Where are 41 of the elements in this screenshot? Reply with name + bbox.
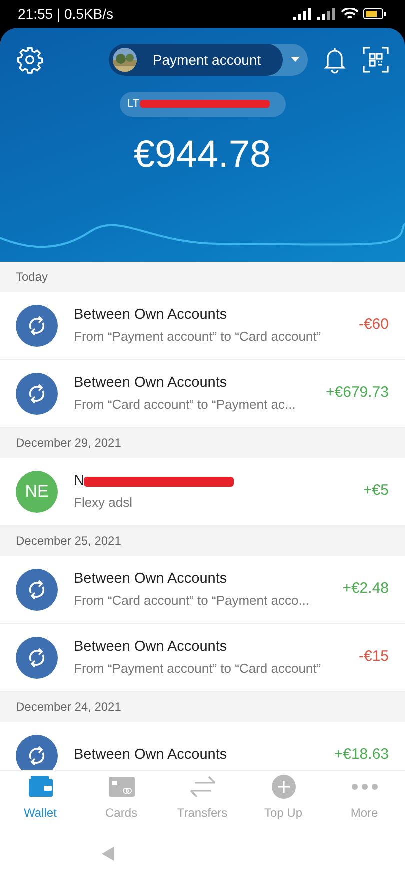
wifi-icon <box>341 8 359 20</box>
caret-icon <box>291 57 300 62</box>
balance-amount: €944.78 <box>134 132 272 178</box>
account-selector[interactable]: Payment account <box>108 44 308 76</box>
nav-tab[interactable]: Wallet <box>0 771 81 830</box>
bell-icon[interactable] <box>322 46 347 74</box>
transaction-amount: -€60 <box>358 315 389 336</box>
qr-code-icon[interactable] <box>362 47 389 73</box>
date-header: December 29, 2021 <box>16 435 122 452</box>
account-number: LT <box>128 97 140 112</box>
transaction-description: Flexy adsl <box>74 494 134 512</box>
card-icon <box>108 777 134 797</box>
arrows-icon <box>188 775 216 799</box>
transaction-title: N <box>74 472 84 491</box>
battery-icon <box>363 8 387 20</box>
signal-icon <box>317 8 337 20</box>
transaction-description: From “Payment account” to “Card account” <box>74 660 322 678</box>
more-icon <box>352 784 378 790</box>
plus-icon <box>272 775 296 799</box>
transaction-title: Between Own Accounts <box>74 746 228 765</box>
wallet-icon <box>28 776 54 798</box>
transaction-title: Between Own Accounts <box>74 306 228 325</box>
transaction-amount: +€5 <box>364 481 389 502</box>
transaction-description: From “Payment account” to “Card account” <box>74 328 322 346</box>
transaction-description: From “Card account” to “Payment acco... <box>74 592 311 610</box>
date-header: December 25, 2021 <box>16 533 122 550</box>
account-name: Payment account <box>152 50 262 70</box>
date-header: Today <box>16 269 48 286</box>
transaction-amount: +€18.63 <box>334 745 389 766</box>
date-header: December 24, 2021 <box>16 699 122 716</box>
transaction-amount: +€679.73 <box>326 383 389 404</box>
transaction-description: From “Card account” to “Payment ac... <box>74 396 297 414</box>
initials-avatar: NE <box>16 470 58 512</box>
status-time: 21:55 | 0.5KB/s <box>18 4 114 24</box>
transaction-title: Between Own Accounts <box>74 570 228 589</box>
transaction-title: Between Own Accounts <box>74 374 228 393</box>
transaction-amount: +€2.48 <box>342 579 389 600</box>
signal-icon <box>293 8 313 20</box>
transaction-title: Between Own Accounts <box>74 638 228 657</box>
transaction-amount: -€15 <box>358 647 389 668</box>
settings-icon[interactable] <box>16 46 44 74</box>
